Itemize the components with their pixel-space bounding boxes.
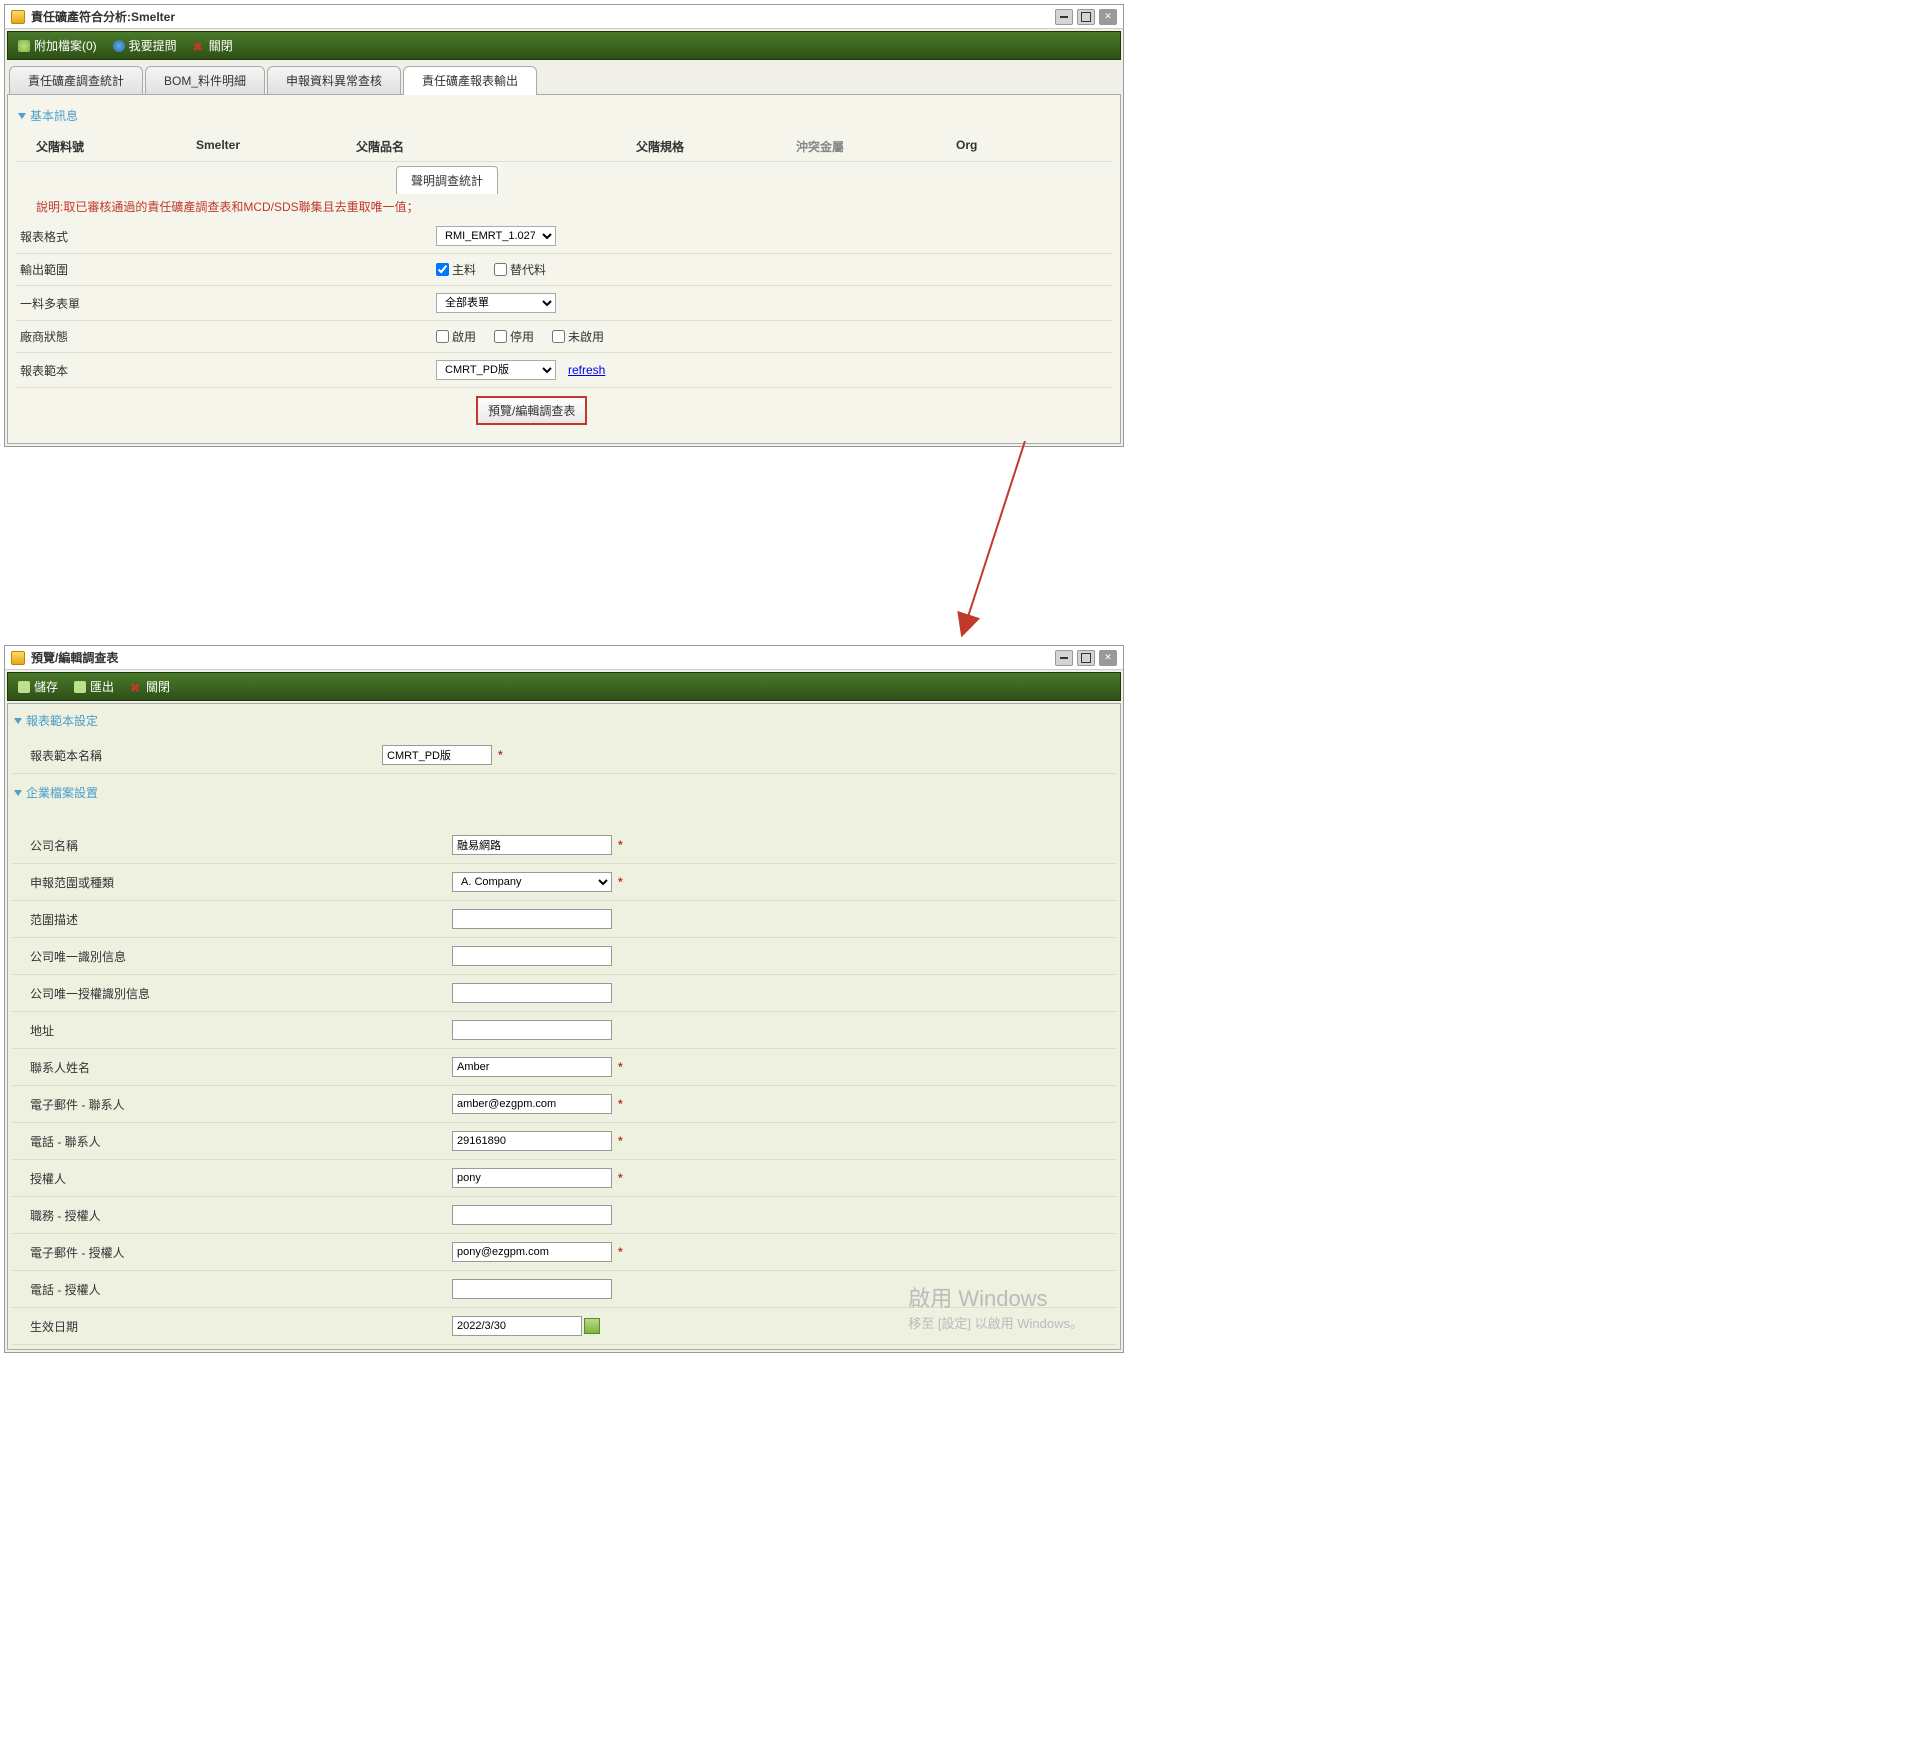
required-marker: * [498, 748, 503, 762]
help-label: 我要提問 [129, 37, 177, 54]
close-window-button[interactable] [1099, 9, 1117, 25]
section-template-settings: 報表範本設定 [12, 708, 1116, 737]
company-id-label: 公司唯一識別信息 [12, 948, 452, 965]
contact-name-input[interactable] [452, 1057, 612, 1077]
authorizer-email-input[interactable] [452, 1242, 612, 1262]
contact-email-input[interactable] [452, 1094, 612, 1114]
vendor-status-label: 廠商狀態 [16, 328, 436, 345]
effective-date-label: 生效日期 [12, 1318, 452, 1335]
scope-description-label: 范圍描述 [12, 911, 452, 928]
app-icon [11, 651, 25, 665]
declaration-scope-select[interactable]: A. Company [452, 872, 612, 892]
authorizer-phone-label: 電話 - 授權人 [12, 1281, 452, 1298]
title-bar-2: 預覽/編輯調查表 [5, 646, 1123, 670]
close-icon: ✖ [193, 40, 205, 52]
attach-button[interactable]: 附加檔案(0) [18, 37, 97, 54]
save-button[interactable]: 儲存 [18, 678, 58, 695]
contact-email-label: 電子郵件 - 聯系人 [12, 1096, 452, 1113]
template-name-input[interactable] [382, 745, 492, 765]
section-company-settings: 企業檔案設置 [12, 780, 1116, 809]
export-button[interactable]: 匯出 [74, 678, 114, 695]
close-window-button[interactable] [1099, 650, 1117, 666]
preview-edit-button[interactable]: 預覽/編輯調查表 [476, 396, 587, 425]
address-label: 地址 [12, 1022, 452, 1039]
help-icon [113, 40, 125, 52]
report-template-select[interactable]: CMRT_PD版 [436, 360, 556, 380]
toolbar-2: 儲存 匯出 ✖ 關閉 [7, 672, 1121, 701]
maximize-button[interactable] [1077, 650, 1095, 666]
window-preview-edit: 預覽/編輯調查表 儲存 匯出 ✖ 關閉 報表範本設定 報表範本名稱 * [4, 645, 1124, 1353]
output-range-label: 輸出範圍 [16, 261, 436, 278]
minimize-button[interactable] [1055, 9, 1073, 25]
windows-watermark: 啟用 Windows 移至 [設定] 以啟用 Windows。 [908, 1281, 1083, 1332]
close-label: 關閉 [209, 37, 233, 54]
window-title-2: 預覽/編輯調查表 [31, 649, 118, 666]
main-tabs: 責任礦產調查統計 BOM_料件明細 申報資料異常查核 責任礦產報表輸出 [7, 62, 1121, 94]
company-id-input[interactable] [452, 946, 612, 966]
authorizer-phone-input[interactable] [452, 1279, 612, 1299]
close-button-2[interactable]: ✖ 關閉 [130, 678, 170, 695]
column-headers: 父階料號 Smelter 父階品名 父階規格 沖突金屬 Org [16, 132, 1112, 162]
tab-survey-stats[interactable]: 責任礦產調查統計 [9, 66, 143, 94]
company-auth-id-label: 公司唯一授權識別信息 [12, 985, 452, 1002]
tab-content: 基本訊息 父階料號 Smelter 父階品名 父階規格 沖突金屬 Org 聲明調… [7, 94, 1121, 444]
save-icon [18, 681, 30, 693]
attach-icon [18, 40, 30, 52]
address-input[interactable] [452, 1020, 612, 1040]
contact-phone-label: 電話 - 聯系人 [12, 1133, 452, 1150]
company-name-input[interactable] [452, 835, 612, 855]
tab-report-output[interactable]: 責任礦產報表輸出 [403, 66, 537, 94]
disabled-checkbox[interactable] [494, 330, 507, 343]
toolbar: 附加檔案(0) 我要提問 ✖ 關閉 [7, 31, 1121, 60]
help-button[interactable]: 我要提問 [113, 37, 177, 54]
not-enabled-checkbox[interactable] [552, 330, 565, 343]
calendar-icon[interactable] [584, 1318, 600, 1334]
app-icon [11, 10, 25, 24]
contact-name-label: 聯系人姓名 [12, 1059, 452, 1076]
template-name-label: 報表範本名稱 [12, 747, 382, 764]
enabled-checkbox[interactable] [436, 330, 449, 343]
declaration-scope-label: 申報范圍或種類 [12, 874, 452, 891]
report-template-label: 報表範本 [16, 362, 436, 379]
authorizer-email-label: 電子郵件 - 授權人 [12, 1244, 452, 1261]
tab-exception-check[interactable]: 申報資料異常查核 [267, 66, 401, 94]
tab-bom-detail[interactable]: BOM_料件明細 [145, 66, 265, 94]
close-button[interactable]: ✖ 關閉 [193, 37, 233, 54]
authorizer-title-label: 職務 - 授權人 [12, 1207, 452, 1224]
window-title: 責任礦產符合分析:Smelter [31, 8, 175, 25]
contact-phone-input[interactable] [452, 1131, 612, 1151]
close-icon: ✖ [130, 681, 142, 693]
company-name-label: 公司名稱 [12, 837, 452, 854]
minimize-button[interactable] [1055, 650, 1073, 666]
report-format-label: 報表格式 [16, 228, 436, 245]
substitute-material-checkbox[interactable] [494, 263, 507, 276]
window-smelter-analysis: 責任礦產符合分析:Smelter 附加檔案(0) 我要提問 ✖ 關閉 責任礦產調… [4, 4, 1124, 447]
section-basic-info: 基本訊息 [16, 103, 1112, 132]
title-bar: 責任礦產符合分析:Smelter [5, 5, 1123, 29]
scope-description-input[interactable] [452, 909, 612, 929]
refresh-link[interactable]: refresh [568, 363, 605, 377]
arrow-annotation [815, 441, 1115, 641]
subtab-declaration-stats[interactable]: 聲明調查統計 [396, 166, 498, 194]
attach-label: 附加檔案(0) [34, 37, 97, 54]
maximize-button[interactable] [1077, 9, 1095, 25]
export-icon [74, 681, 86, 693]
authorizer-title-input[interactable] [452, 1205, 612, 1225]
form-content: 報表範本設定 報表範本名稱 * 企業檔案設置 公司名稱 * 申報范圍或種類 A.… [7, 703, 1121, 1350]
note-text: 說明:取已審核通過的責任礦產調查表和MCD/SDS聯集且去重取唯一值； [16, 194, 1112, 219]
authorizer-input[interactable] [452, 1168, 612, 1188]
company-auth-id-input[interactable] [452, 983, 612, 1003]
multi-form-select[interactable]: 全部表單 [436, 293, 556, 313]
multi-form-label: 一料多表單 [16, 295, 436, 312]
report-format-select[interactable]: RMI_EMRT_1.027_K.xlsx [436, 226, 556, 246]
effective-date-input[interactable] [452, 1316, 582, 1336]
authorizer-label: 授權人 [12, 1170, 452, 1187]
main-material-checkbox[interactable] [436, 263, 449, 276]
